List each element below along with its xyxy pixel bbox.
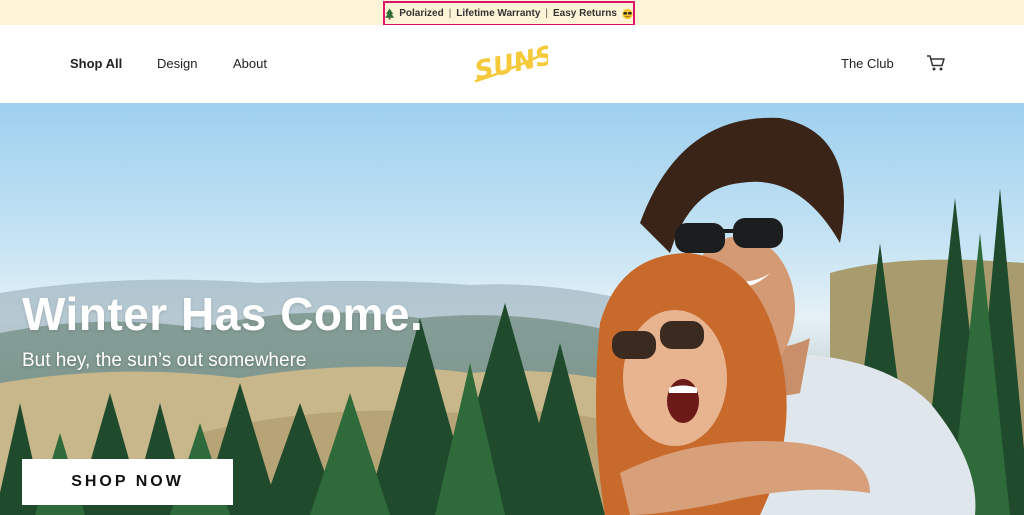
shop-now-button[interactable]: SHOP NOW xyxy=(22,459,233,505)
hero-banner: Winter Has Come. But hey, the sun’s out … xyxy=(0,103,1024,515)
announcement-separator: | xyxy=(448,8,452,19)
nav-link-design[interactable]: Design xyxy=(157,56,197,71)
announcement-separator: | xyxy=(545,8,548,19)
nav-link-the-club[interactable]: The Club xyxy=(841,56,894,71)
sunski-logo[interactable]: SUNSKI xyxy=(468,41,548,85)
announcement-bar: Polarized | Lifetime Warranty | Easy Ret… xyxy=(0,0,1024,26)
cart-icon[interactable] xyxy=(926,54,946,72)
announcement-item-warranty: Lifetime Warranty xyxy=(456,8,541,19)
announcement-item-polarized: Polarized xyxy=(399,8,444,19)
tree-icon xyxy=(385,7,395,20)
announcement-item-returns: Easy Returns xyxy=(553,8,617,19)
sunglasses-emoji-icon xyxy=(622,8,633,19)
hero-title: Winter Has Come. xyxy=(22,288,424,340)
nav-link-about[interactable]: About xyxy=(233,56,267,71)
main-nav: Shop All Design About SUNSKI The Club xyxy=(0,25,1024,103)
nav-link-shop-all[interactable]: Shop All xyxy=(70,56,123,73)
hero-subtitle: But hey, the sun’s out somewhere xyxy=(22,350,307,371)
announcement-highlight: Polarized | Lifetime Warranty | Easy Ret… xyxy=(383,1,635,26)
